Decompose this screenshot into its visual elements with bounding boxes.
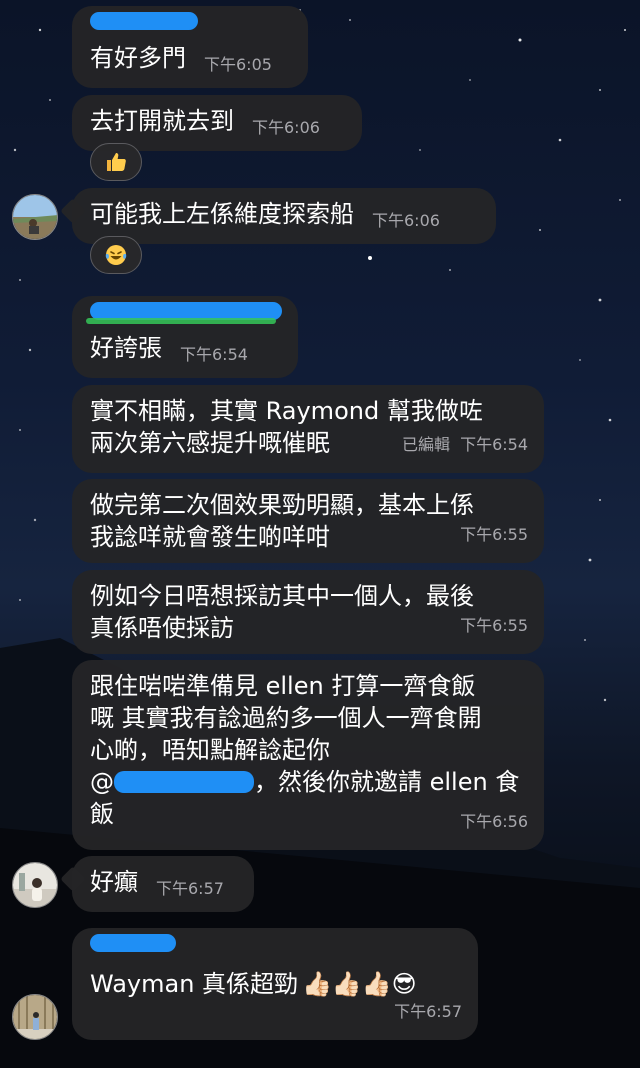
message-time: 下午6:05 <box>204 55 272 74</box>
edited-label: 已編輯 <box>402 435 451 454</box>
mention-redacted <box>114 771 254 793</box>
message-text: 好癲 <box>90 868 138 896</box>
avatar[interactable] <box>12 862 58 908</box>
message-bubble[interactable]: Wayman 真係超勁 👍🏻👍🏻👍🏻😎 下午6:57 <box>72 928 478 1040</box>
message-bubble[interactable]: 跟住啱啱準備見 ellen 打算一齊食飯 嘅 其實我有諗過約多一個人一齊食開 心… <box>72 660 544 850</box>
message-bubble[interactable]: 好誇張 下午6:54 <box>72 296 298 378</box>
reaction-laughing-tears[interactable] <box>90 236 142 274</box>
avatar[interactable] <box>12 994 58 1040</box>
message-text: 好誇張 <box>90 334 162 362</box>
message-text: Wayman 真係超勁 <box>90 970 299 998</box>
message-time: 下午6:54 <box>460 435 528 454</box>
message-bubble[interactable]: 好癲 下午6:57 <box>72 856 254 912</box>
message-time: 下午6:06 <box>372 211 440 230</box>
message-bubble[interactable]: 實不相瞞，其實 Raymond 幫我做咗 兩次第六感提升嘅催眠 已編輯 下午6:5… <box>72 385 544 473</box>
message-text: 有好多門 <box>90 44 186 72</box>
sender-name-redacted <box>90 12 198 30</box>
avatar[interactable] <box>12 194 58 240</box>
message-time: 下午6:54 <box>180 345 248 364</box>
message-time: 下午6:57 <box>156 879 224 898</box>
message-time: 下午6:57 <box>394 1002 462 1021</box>
message-time: 下午6:55 <box>460 616 528 635</box>
sender-name-redacted <box>90 934 176 952</box>
sender-name-underline <box>86 318 276 324</box>
reaction-thumbs-up[interactable] <box>90 143 142 181</box>
laughing-tears-icon <box>105 245 127 265</box>
message-bubble[interactable]: 可能我上左係維度探索船 下午6:06 <box>72 188 496 244</box>
message-time: 下午6:06 <box>252 118 320 137</box>
emoji-sequence: 👍🏻👍🏻👍🏻😎 <box>302 970 417 998</box>
message-text: 可能我上左係維度探索船 <box>90 200 354 228</box>
message-bubble[interactable]: 例如今日唔想採訪其中一個人，最後 真係唔使採訪 下午6:55 <box>72 570 544 654</box>
message-time: 下午6:55 <box>460 525 528 544</box>
message-text: 去打開就去到 <box>90 107 234 135</box>
message-bubble[interactable]: 做完第二次個效果勁明顯，基本上係 我諗咩就會發生啲咩咁 下午6:55 <box>72 479 544 563</box>
message-bubble[interactable]: 有好多門 下午6:05 <box>72 6 308 88</box>
thumbs-up-icon <box>107 153 126 171</box>
message-time: 下午6:56 <box>460 812 528 831</box>
